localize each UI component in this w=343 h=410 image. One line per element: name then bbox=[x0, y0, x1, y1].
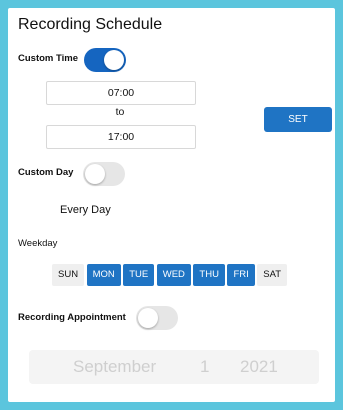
weekday-selector: SUN MON TUE WED THU FRI SAT bbox=[52, 264, 288, 286]
date-picker-month[interactable]: September bbox=[73, 357, 156, 377]
day-tue[interactable]: TUE bbox=[123, 264, 155, 286]
time-range-separator: to bbox=[115, 106, 125, 118]
custom-time-toggle[interactable] bbox=[84, 48, 126, 72]
day-sat[interactable]: SAT bbox=[257, 264, 288, 286]
weekday-label: Weekday bbox=[18, 238, 58, 249]
date-picker-year[interactable]: 2021 bbox=[240, 357, 278, 377]
custom-day-label: Custom Day bbox=[18, 167, 74, 178]
date-picker[interactable]: September 1 2021 bbox=[29, 350, 319, 384]
day-wed[interactable]: WED bbox=[156, 264, 191, 286]
custom-day-summary: Every Day bbox=[60, 204, 111, 216]
toggle-knob bbox=[138, 308, 158, 328]
recording-schedule-panel: Recording Schedule Custom Time 07:00 to … bbox=[8, 8, 335, 402]
day-fri[interactable]: FRI bbox=[227, 264, 255, 286]
toggle-knob bbox=[104, 50, 124, 70]
end-time-field[interactable]: 17:00 bbox=[46, 125, 196, 149]
day-sun[interactable]: SUN bbox=[52, 264, 85, 286]
recording-appointment-toggle[interactable] bbox=[136, 306, 178, 330]
day-thu[interactable]: THU bbox=[193, 264, 225, 286]
recording-appointment-label: Recording Appointment bbox=[18, 312, 126, 323]
page-title: Recording Schedule bbox=[18, 16, 163, 33]
custom-day-toggle[interactable] bbox=[83, 162, 125, 186]
toggle-knob bbox=[85, 164, 105, 184]
day-mon[interactable]: MON bbox=[86, 264, 121, 286]
date-picker-day[interactable]: 1 bbox=[200, 357, 209, 377]
start-time-field[interactable]: 07:00 bbox=[46, 81, 196, 105]
custom-time-label: Custom Time bbox=[18, 53, 79, 64]
set-button[interactable]: SET bbox=[264, 107, 332, 132]
